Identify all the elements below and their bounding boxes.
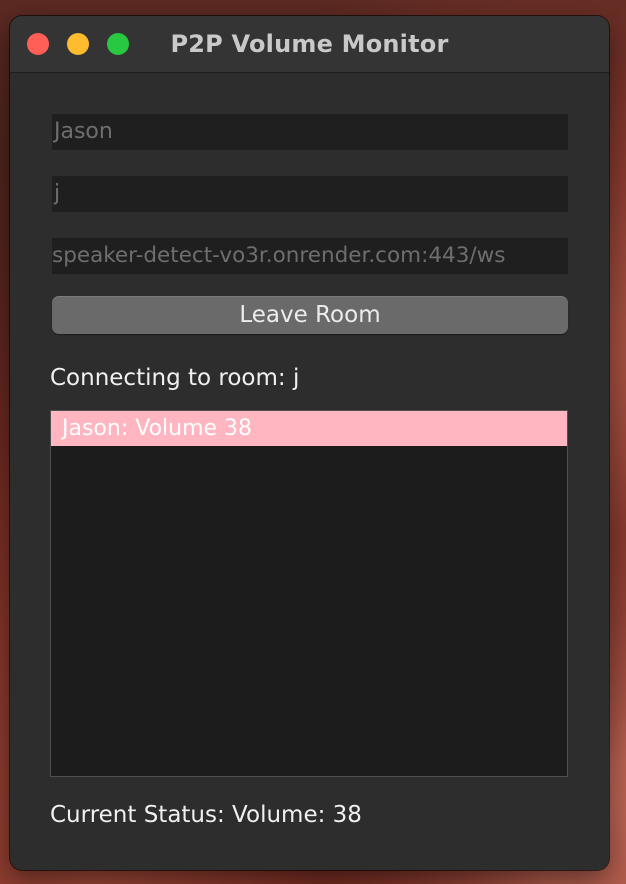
current-status-label: Current Status: Volume: 38 xyxy=(50,802,362,828)
participant-list[interactable]: Jason: Volume 38 xyxy=(50,410,568,777)
name-input[interactable]: Jason xyxy=(52,114,568,150)
connection-status-label: Connecting to room: j xyxy=(50,365,300,391)
server-url-input[interactable]: speaker-detect-vo3r.onrender.com:443/ws xyxy=(52,238,568,274)
room-input[interactable]: j xyxy=(52,176,568,212)
app-window: P2P Volume Monitor Jason j speaker-detec… xyxy=(10,16,609,870)
leave-room-button[interactable]: Leave Room xyxy=(52,296,568,334)
title-bar[interactable]: P2P Volume Monitor xyxy=(10,16,609,73)
list-item[interactable]: Jason: Volume 38 xyxy=(51,411,567,446)
window-title: P2P Volume Monitor xyxy=(170,30,449,58)
